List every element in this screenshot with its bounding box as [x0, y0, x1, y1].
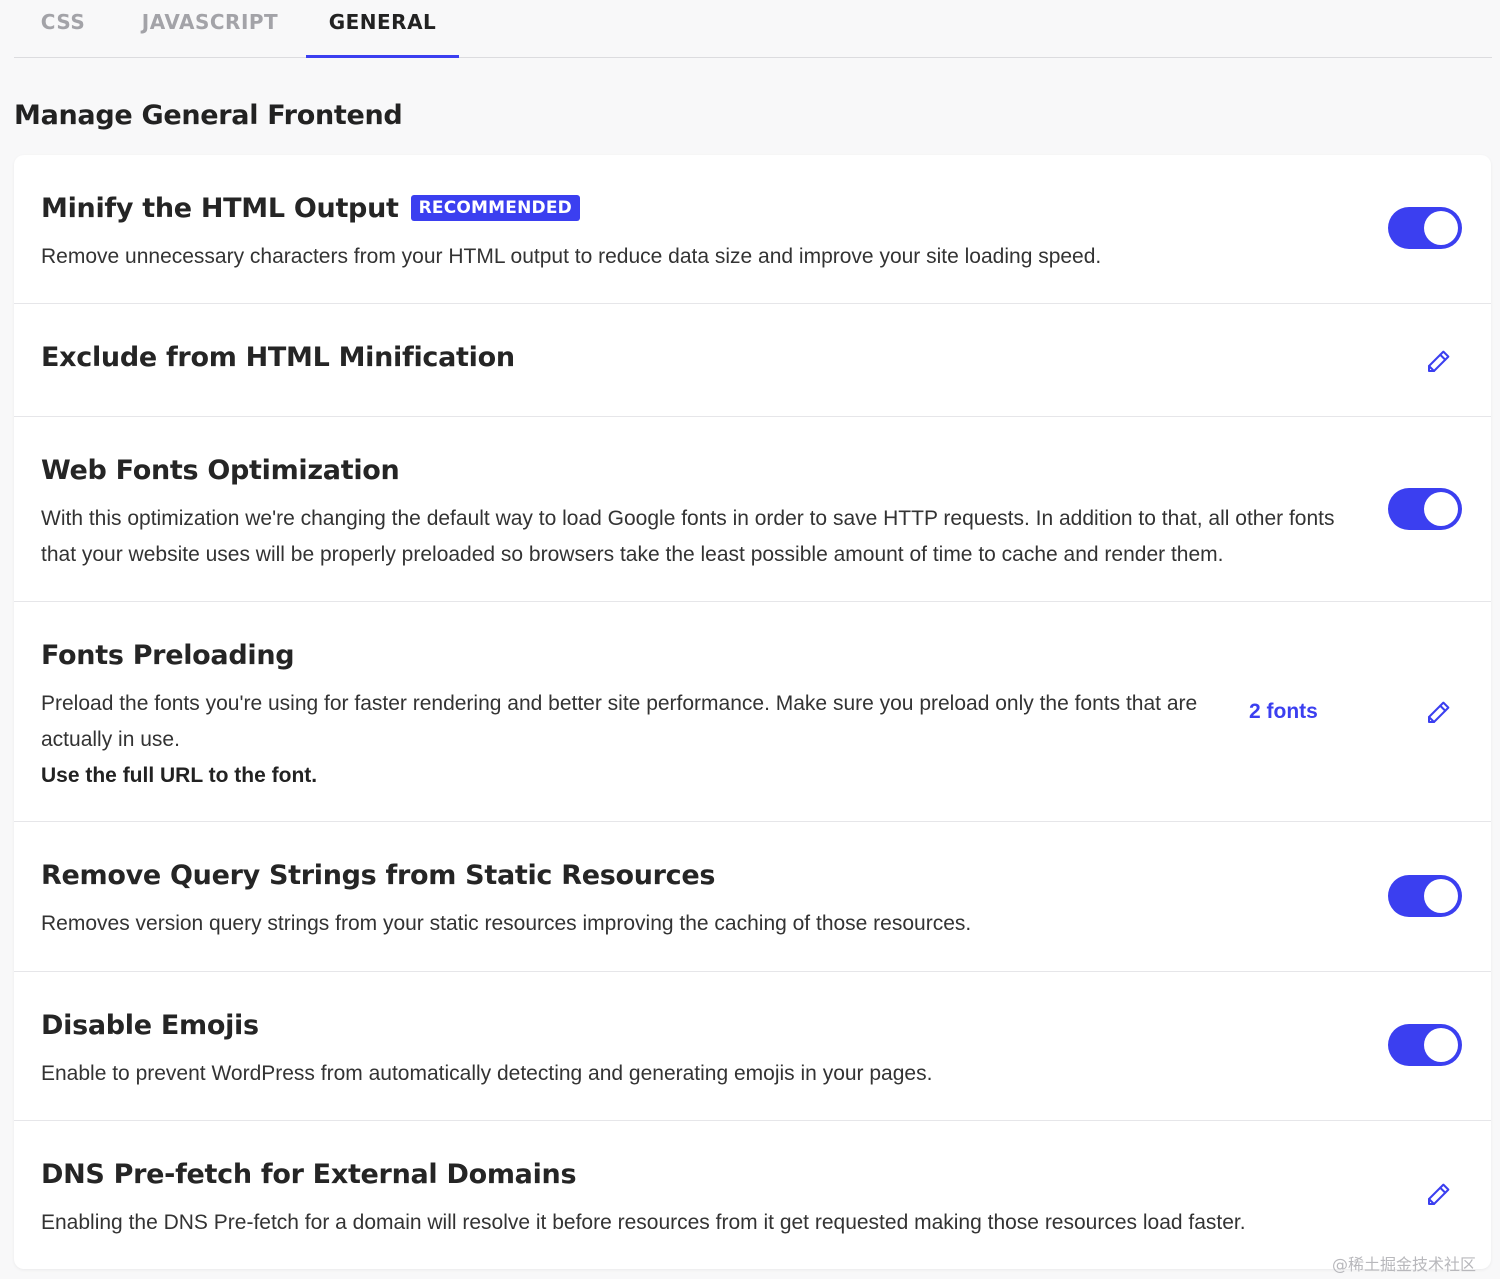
setting-description: Removes version query strings from your … [41, 912, 972, 935]
pencil-icon[interactable] [1424, 346, 1454, 376]
setting-row-web-fonts-optimization: Web Fonts Optimization With this optimiz… [14, 417, 1491, 602]
setting-note: Use the full URL to the font. [41, 764, 318, 787]
toggle-knob [1424, 879, 1458, 913]
page-title: Manage General Frontend [14, 100, 403, 131]
setting-row-disable-emojis: Disable Emojis Enable to prevent WordPre… [14, 972, 1491, 1121]
setting-title: DNS Pre-fetch for External Domains [41, 1159, 577, 1190]
pencil-icon[interactable] [1424, 697, 1454, 727]
web-fonts-optimization-toggle[interactable] [1388, 488, 1462, 530]
setting-description: Preload the fonts you're using for faste… [41, 692, 1198, 751]
setting-description: Enable to prevent WordPress from automat… [41, 1062, 933, 1085]
setting-row-dns-prefetch: DNS Pre-fetch for External Domains Enabl… [14, 1121, 1491, 1269]
setting-description: Remove unnecessary characters from your … [41, 245, 1102, 268]
setting-description: With this optimization we're changing th… [41, 507, 1335, 566]
setting-title: Remove Query Strings from Static Resourc… [41, 860, 716, 891]
setting-title: Disable Emojis [41, 1010, 259, 1041]
setting-description: Enabling the DNS Pre-fetch for a domain … [41, 1211, 1246, 1234]
fonts-count-link[interactable]: 2 fonts [1249, 700, 1318, 724]
setting-title-text: Minify the HTML Output [41, 193, 399, 224]
recommended-badge: RECOMMENDED [410, 195, 580, 221]
tab-css[interactable]: CSS [14, 10, 112, 58]
remove-query-strings-toggle[interactable] [1388, 875, 1462, 917]
toggle-knob [1424, 1028, 1458, 1062]
toggle-knob [1424, 492, 1458, 526]
setting-row-exclude-html-minification: Exclude from HTML Minification [14, 304, 1491, 417]
disable-emojis-toggle[interactable] [1388, 1024, 1462, 1066]
setting-title: Exclude from HTML Minification [41, 342, 515, 373]
minify-html-toggle[interactable] [1388, 207, 1462, 249]
tab-general[interactable]: GENERAL [306, 10, 459, 58]
settings-card: Minify the HTML Output RECOMMENDED Remove… [14, 155, 1491, 1269]
toggle-knob [1424, 211, 1458, 245]
pencil-icon[interactable] [1424, 1179, 1454, 1209]
tab-javascript[interactable]: JAVASCRIPT [126, 10, 294, 58]
setting-row-minify-html: Minify the HTML Output RECOMMENDED Remove… [14, 155, 1491, 304]
setting-title: Web Fonts Optimization [41, 455, 400, 486]
setting-row-remove-query-strings: Remove Query Strings from Static Resourc… [14, 822, 1491, 972]
setting-title: Minify the HTML Output RECOMMENDED [41, 193, 580, 224]
watermark: @稀土掘金技术社区 [1332, 1255, 1477, 1274]
tab-bar: CSS JAVASCRIPT GENERAL [14, 0, 1492, 58]
setting-row-fonts-preloading: Fonts Preloading Preload the fonts you'r… [14, 602, 1491, 822]
setting-title: Fonts Preloading [41, 640, 295, 671]
